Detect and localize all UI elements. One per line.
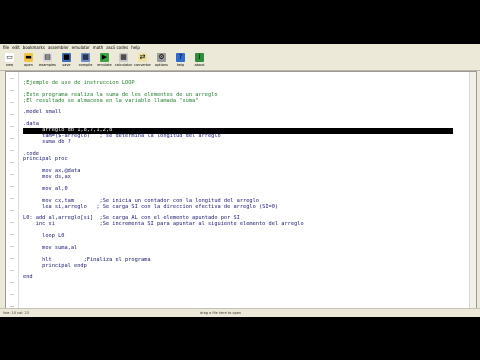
toolbar-label: save	[62, 63, 71, 67]
compile-icon: ▦	[81, 53, 90, 62]
calculator-button[interactable]: ▦ calculator	[114, 51, 133, 70]
gutter-tick	[10, 294, 14, 295]
menu-math[interactable]: math	[93, 45, 103, 50]
toolbar-label: help	[176, 63, 185, 67]
menu-assembler[interactable]: assembler	[48, 45, 69, 50]
gutter-tick	[10, 162, 14, 163]
menu-edit[interactable]: edit	[12, 45, 20, 50]
toolbar-label: examples	[39, 63, 56, 67]
gutter-tick	[10, 114, 14, 115]
menu-bar: file edit bookmarks assembler emulator math as…	[0, 44, 480, 51]
gutter-tick	[10, 126, 14, 127]
menu-help[interactable]: help	[131, 45, 140, 50]
save-button[interactable]: ■ save	[57, 51, 76, 70]
toolbar-label: options	[155, 63, 168, 67]
gutter-tick	[10, 90, 14, 91]
calculator-icon: ▦	[119, 53, 128, 62]
status-bar: line: 10 col: 23 drag a file here to ope…	[0, 308, 480, 317]
menu-file[interactable]: file	[3, 45, 9, 50]
gutter-tick	[10, 78, 14, 79]
open-button[interactable]: ▬ open	[19, 51, 38, 70]
line-gutter	[6, 72, 19, 308]
open-folder-icon: ▬	[24, 53, 33, 62]
toolbar-label: emulate	[97, 63, 112, 67]
menu-ascii-codes[interactable]: ascii codes	[106, 45, 128, 50]
examples-button[interactable]: ▤ examples	[38, 51, 57, 70]
emulate-icon: ▶	[100, 53, 109, 62]
code-line[interactable]: end	[23, 274, 453, 281]
gutter-tick	[10, 222, 14, 223]
status-hint: drag a file here to open	[200, 311, 242, 315]
gutter-tick	[10, 210, 14, 211]
gutter-tick	[10, 270, 14, 271]
help-icon: ?	[176, 53, 185, 62]
about-button[interactable]: i about	[190, 51, 209, 70]
gutter-tick	[10, 198, 14, 199]
save-disk-icon: ■	[62, 53, 71, 62]
new-button[interactable]: ▭ new	[0, 51, 19, 70]
about-icon: i	[195, 53, 204, 62]
help-button[interactable]: ? help	[171, 51, 190, 70]
toolbar-label: new	[5, 63, 14, 67]
gutter-tick	[10, 234, 14, 235]
toolbar-label: calculator	[114, 63, 133, 67]
code-area[interactable]: ;Ejemplo de uso de instruccion LOOP ;Este…	[23, 75, 453, 281]
options-gear-icon: ⚙	[157, 53, 166, 62]
cursor-position: line: 10 col: 23	[3, 311, 29, 315]
emulate-button[interactable]: ▶ emulate	[95, 51, 114, 70]
source-editor[interactable]: ;Ejemplo de uso de instruccion LOOP ;Este…	[5, 71, 477, 309]
options-button[interactable]: ⚙ options	[152, 51, 171, 70]
gutter-tick	[10, 174, 14, 175]
gutter-tick	[10, 138, 14, 139]
gutter-tick	[10, 150, 14, 151]
toolbar-label: convertor	[134, 63, 151, 67]
toolbar-label: compile	[78, 63, 93, 67]
new-file-icon: ▭	[5, 53, 14, 62]
convertor-button[interactable]: ⇄ convertor	[133, 51, 152, 70]
convertor-icon: ⇄	[138, 53, 147, 62]
toolbar-label: open	[24, 63, 33, 67]
menu-bookmarks[interactable]: bookmarks	[23, 45, 45, 50]
menu-emulator[interactable]: emulator	[72, 45, 90, 50]
gutter-tick	[10, 102, 14, 103]
toolbar: ▭ new ▬ open ▤ examples ■ save ▦ compile ▶ emulate ▦…	[0, 51, 480, 71]
vertical-scrollbar[interactable]	[469, 72, 476, 308]
examples-icon: ▤	[43, 53, 52, 62]
gutter-tick	[10, 258, 14, 259]
compile-button[interactable]: ▦ compile	[76, 51, 95, 70]
gutter-tick	[10, 246, 14, 247]
gutter-tick	[10, 282, 14, 283]
gutter-tick	[10, 306, 14, 307]
emu8086-window: file edit bookmarks assembler emulator math as…	[0, 44, 480, 317]
toolbar-label: about	[194, 63, 205, 67]
gutter-tick	[10, 186, 14, 187]
